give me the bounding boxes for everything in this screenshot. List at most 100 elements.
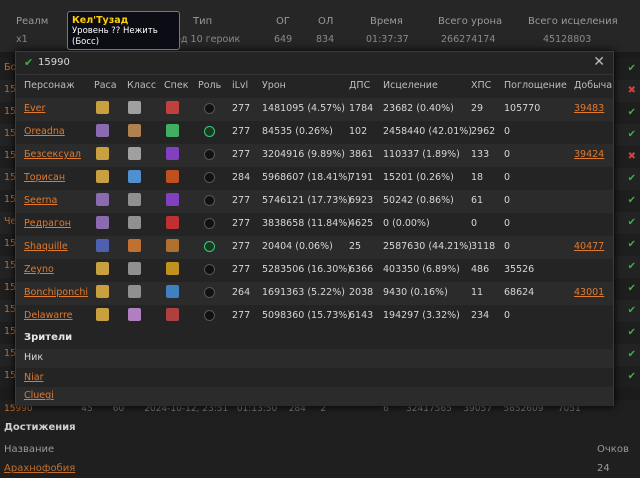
player-damage: 84535 (0.26%) [262, 126, 333, 137]
player-ilvl: 277 [232, 310, 251, 321]
class-icon [128, 262, 141, 275]
spec-icon [166, 216, 179, 229]
player-ilvl: 277 [232, 218, 251, 229]
class-icon [128, 147, 141, 160]
player-name[interactable]: Delawarre [24, 310, 73, 321]
player-absorb: 0 [504, 172, 511, 183]
player-dps: 102 [349, 126, 368, 137]
val-time: 01:37:37 [366, 34, 409, 45]
col-time: Время [370, 16, 403, 27]
spec-icon [166, 308, 179, 321]
player-row: Безсексуал 277 3204916 (9.89%) 3861 110337 (… [16, 144, 613, 167]
th-heal[interactable]: Исцеление [383, 80, 438, 91]
col-og: ОГ [276, 16, 290, 27]
th-spec[interactable]: Спек [164, 80, 188, 91]
th-hps[interactable]: ХПС [471, 80, 491, 91]
player-dps: 7191 [349, 172, 374, 183]
spectator-link[interactable]: Niar [24, 372, 43, 383]
val-ol: 834 [316, 34, 335, 45]
val-total-damage: 266274174 [441, 34, 496, 45]
spectator-name: Ник [24, 352, 44, 363]
player-damage: 3204916 (9.89%) [262, 149, 345, 160]
player-name[interactable]: Торисан [24, 172, 65, 183]
player-row: Seerna 277 5746121 (17.73%) 6923 50242 (0.86… [16, 190, 613, 213]
col-type: Тип [193, 16, 213, 27]
cross-icon: ✖ [627, 85, 636, 96]
check-icon: ✔ [627, 129, 636, 140]
val-og: 649 [274, 34, 293, 45]
col-realm: Реалм [16, 16, 49, 27]
player-absorb: 35526 [504, 264, 535, 275]
th-class[interactable]: Класс [127, 80, 156, 91]
player-hps: 3118 [471, 241, 496, 252]
player-ilvl: 264 [232, 287, 251, 298]
player-damage: 5968607 (18.41%) [262, 172, 351, 183]
class-icon [128, 239, 141, 252]
player-absorb: 68624 [504, 287, 535, 298]
player-heal: 0 (0.00%) [383, 218, 430, 229]
th-dps[interactable]: ДПС [349, 80, 370, 91]
player-damage: 3838658 (11.84%) [262, 218, 351, 229]
player-name[interactable]: Ever [24, 103, 45, 114]
player-hps: 133 [471, 149, 490, 160]
th-character[interactable]: Персонаж [24, 80, 75, 91]
player-heal: 9430 (0.16%) [383, 287, 448, 298]
player-name[interactable]: Zeyno [24, 264, 54, 275]
player-heal: 50242 (0.86%) [383, 195, 454, 206]
race-icon [96, 147, 109, 160]
spectator-link[interactable]: Cluegi [24, 390, 54, 401]
damage-role-icon [204, 218, 215, 229]
ach-col-points: Очков [597, 444, 629, 455]
encounter-modal: ✔ 15990 ✕ Персонаж Раса Класс Спек Роль … [15, 51, 614, 406]
spectator-row[interactable]: Cluegi [16, 387, 613, 406]
player-loot-link[interactable]: 39483 [574, 103, 604, 114]
th-absorb[interactable]: Поглощение [504, 80, 567, 91]
player-loot-link[interactable]: 43001 [574, 287, 604, 298]
col-total-heal: Всего исцеления [528, 16, 618, 27]
player-ilvl: 277 [232, 195, 251, 206]
player-name[interactable]: Bonchiponchi [24, 287, 88, 298]
player-name[interactable]: Shaquille [24, 241, 68, 252]
player-absorb: 0 [504, 126, 511, 137]
player-absorb: 0 [504, 310, 511, 321]
player-hps: 29 [471, 103, 484, 114]
player-name[interactable]: Seerna [24, 195, 57, 206]
player-hps: 61 [471, 195, 484, 206]
th-ilvl[interactable]: iLvl [232, 80, 248, 91]
race-icon [96, 239, 109, 252]
player-hps: 486 [471, 264, 490, 275]
healer-role-icon [204, 126, 215, 137]
col-total-damage: Всего урона [438, 16, 503, 27]
th-loot[interactable]: Добыча [574, 80, 612, 91]
player-hps: 11 [471, 287, 484, 298]
player-damage: 5746121 (17.73%) [262, 195, 351, 206]
player-damage: 1481095 (4.57%) [262, 103, 345, 114]
player-name[interactable]: Безсексуал [24, 149, 81, 160]
player-heal: 15201 (0.26%) [383, 172, 454, 183]
player-absorb: 0 [504, 149, 511, 160]
player-dps: 6923 [349, 195, 374, 206]
player-loot-link[interactable]: 39424 [574, 149, 604, 160]
player-heal: 194297 (3.32%) [383, 310, 460, 321]
player-loot-link[interactable]: 40477 [574, 241, 604, 252]
player-ilvl: 277 [232, 126, 251, 137]
spectators-title: Зрители [24, 332, 73, 343]
player-hps: 2962 [471, 126, 496, 137]
spec-icon [166, 147, 179, 160]
player-name[interactable]: Редрагон [24, 218, 71, 229]
close-icon[interactable]: ✕ [593, 54, 605, 70]
check-icon: ✔ [24, 56, 34, 69]
th-race[interactable]: Раса [94, 80, 117, 91]
spectator-row[interactable]: Niar [16, 369, 613, 388]
player-row: Торисан 284 5968607 (18.41%) 7191 15201 (0.2… [16, 167, 613, 190]
th-role[interactable]: Роль [198, 80, 221, 91]
boss-rank: (Босс) [72, 37, 100, 47]
th-damage[interactable]: Урон [262, 80, 286, 91]
ach-row-name[interactable]: Арахнофобия [4, 463, 75, 474]
race-icon [96, 308, 109, 321]
race-icon [96, 193, 109, 206]
player-name[interactable]: Oreadna [24, 126, 65, 137]
player-hps: 18 [471, 172, 484, 183]
class-icon [128, 216, 141, 229]
damage-role-icon [204, 287, 215, 298]
